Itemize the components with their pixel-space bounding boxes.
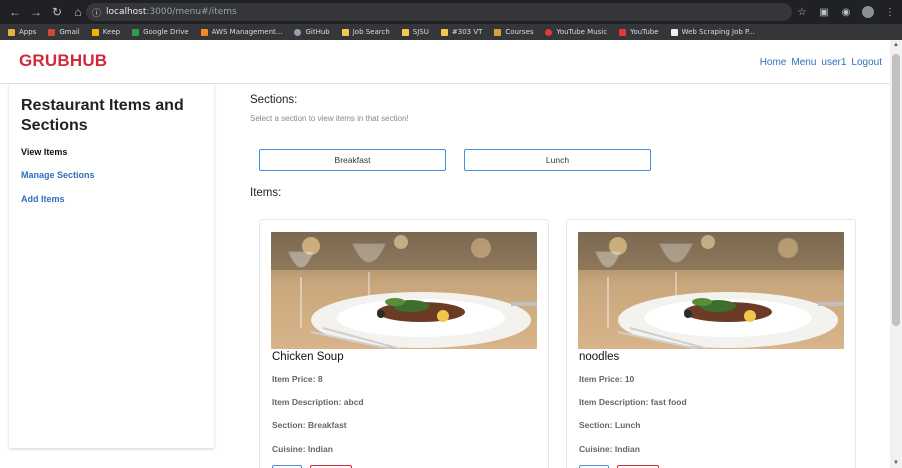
star-icon[interactable]: ☆ [796, 7, 808, 18]
bookmark-youtube[interactable]: YouTube [619, 28, 659, 36]
forward-icon[interactable]: → [27, 3, 45, 21]
bookmark-google-drive[interactable]: Google Drive [132, 28, 189, 36]
bookmark-job-search[interactable]: Job Search [341, 28, 390, 36]
sections-heading: Sections: [250, 94, 298, 106]
item-cuisine: Cuisine: Indian [272, 444, 333, 454]
bookmark-github[interactable]: GitHub [294, 28, 330, 36]
nav-link-logout[interactable]: Logout [851, 57, 882, 68]
bookmark-label: Web Scraping Job P... [681, 28, 755, 36]
section-button-lunch[interactable]: Lunch [464, 149, 651, 171]
browser-toolbar: ← → ↻ ⌂ ⓘ localhost:3000/menu#/items ☆ ▣… [0, 0, 902, 24]
bookmark-keep[interactable]: Keep [91, 28, 121, 36]
address-bar[interactable]: ⓘ localhost:3000/menu#/items [86, 3, 792, 21]
item-section: Section: Lunch [579, 420, 641, 430]
scroll-down-icon[interactable]: ▼ [893, 460, 899, 466]
bookmark-label: Courses [505, 28, 534, 36]
gmail-icon [48, 28, 56, 36]
youtube-icon [619, 28, 627, 36]
item-price: Item Price: 8 [272, 374, 323, 384]
bookmark-label: YouTube [630, 28, 659, 36]
google-drive-icon [132, 28, 140, 36]
bookmark-label: Job Search [352, 28, 390, 36]
bookmark-courses[interactable]: Courses [494, 28, 533, 36]
bookmark-label: GitHub [305, 28, 330, 36]
food-image [271, 232, 537, 349]
nav-links: Home Menu user1 Logout [760, 57, 882, 68]
item-price: Item Price: 10 [579, 374, 635, 384]
bookmark-label: SJSU [412, 28, 429, 36]
bookmark-label: YouTube Music [556, 28, 608, 36]
bookmark-apps[interactable]: Apps [8, 28, 36, 36]
bookmark-web-scraping[interactable]: Web Scraping Job P... [670, 28, 755, 36]
bookmark-label: Keep [102, 28, 121, 36]
back-icon[interactable]: ← [6, 3, 24, 21]
bookmark-label: #303 VT [451, 28, 483, 36]
bookmark-gmail[interactable]: Gmail [48, 28, 80, 36]
aws-icon [200, 28, 208, 36]
sidebar-title: Restaurant Items and Sections [21, 97, 184, 134]
page-scrollbar[interactable]: ▲ ▼ [890, 40, 902, 468]
scroll-up-icon[interactable]: ▲ [893, 42, 899, 48]
youtube-music-icon [545, 28, 553, 36]
item-cuisine: Cuisine: Indian [579, 444, 640, 454]
item-card: noodles Item Price: 10 Item Description:… [566, 219, 856, 468]
app-navbar: GRUBHUB Home Menu user1 Logout [0, 40, 890, 84]
url-host: localhost [106, 7, 147, 17]
settings-icon[interactable]: ◉ [840, 7, 852, 18]
main-content: Sections: Select a section to view items… [238, 84, 874, 468]
url-text: localhost:3000/menu#/items [106, 7, 237, 17]
profile-avatar[interactable] [862, 6, 874, 18]
items-heading: Items: [250, 187, 282, 199]
bookmark-label: Apps [19, 28, 37, 36]
item-description: Item Description: fast food [579, 397, 687, 407]
bookmark-303-vt[interactable]: #303 VT [440, 28, 483, 36]
folder-icon [401, 28, 409, 36]
sidebar-item-add-items[interactable]: Add Items [21, 194, 65, 204]
keep-icon [91, 28, 99, 36]
apps-grid-icon [8, 28, 15, 36]
extension-icon[interactable]: ▣ [818, 7, 830, 18]
folder-icon [341, 28, 349, 36]
info-icon[interactable]: ⓘ [92, 6, 102, 19]
more-menu-icon[interactable]: ⋮ [884, 7, 896, 18]
bookmark-youtube-music[interactable]: YouTube Music [545, 28, 607, 36]
home-icon[interactable]: ⌂ [69, 3, 87, 21]
item-card: Chicken Soup Item Price: 8 Item Descript… [259, 219, 549, 468]
scrollbar-thumb[interactable] [892, 54, 900, 326]
sections-help-text: Select a section to view items in that s… [250, 114, 409, 123]
nav-link-user[interactable]: user1 [821, 57, 846, 68]
reload-icon[interactable]: ↻ [48, 3, 66, 21]
bookmark-label: AWS Management... [211, 28, 283, 36]
bookmark-aws[interactable]: AWS Management... [200, 28, 283, 36]
courses-icon [494, 28, 502, 36]
nav-link-home[interactable]: Home [760, 57, 787, 68]
item-section: Section: Breakfast [272, 420, 347, 430]
food-image [578, 232, 844, 349]
medium-icon [670, 28, 678, 36]
bookmark-label: Gmail [59, 28, 80, 36]
section-button-breakfast[interactable]: Breakfast [259, 149, 446, 171]
sidebar: Restaurant Items and Sections View Items… [9, 84, 214, 448]
item-description: Item Description: abcd [272, 397, 364, 407]
bookmark-label: Google Drive [143, 28, 189, 36]
item-name: noodles [579, 351, 620, 363]
sidebar-item-view-items[interactable]: View Items [21, 147, 67, 157]
nav-link-menu[interactable]: Menu [791, 57, 816, 68]
folder-icon [440, 28, 448, 36]
github-icon [294, 28, 302, 36]
bookmarks-bar: Apps Gmail Keep Google Drive AWS Managem… [0, 24, 902, 40]
sidebar-item-manage-sections[interactable]: Manage Sections [21, 170, 95, 180]
bookmark-sjsu[interactable]: SJSU [401, 28, 429, 36]
item-name: Chicken Soup [272, 351, 344, 363]
brand-logo[interactable]: GRUBHUB [19, 51, 107, 71]
url-path: :3000/menu#/items [146, 7, 237, 17]
